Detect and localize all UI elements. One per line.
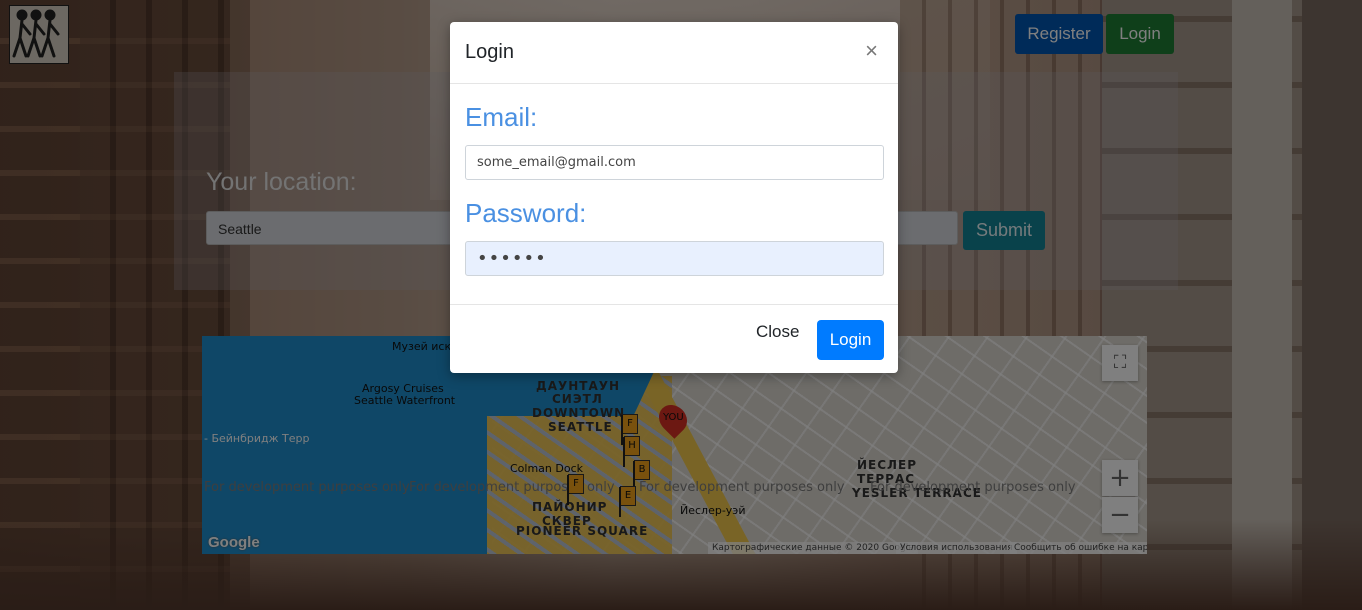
modal-footer: Close Login [450, 305, 898, 373]
modal-header: Login × [450, 22, 898, 84]
close-button[interactable]: Close [750, 321, 805, 343]
close-icon[interactable]: × [859, 37, 884, 65]
email-field[interactable]: some_email@gmail.com [465, 145, 884, 180]
modal-title: Login [465, 41, 514, 63]
login-modal: Login × Email: some_email@gmail.com Pass… [450, 22, 898, 373]
password-field[interactable]: •••••• [465, 241, 884, 276]
modal-login-button[interactable]: Login [817, 320, 884, 360]
password-label: Password: [465, 198, 587, 228]
modal-body: Email: some_email@gmail.com Password: ••… [450, 84, 898, 305]
email-label: Email: [465, 102, 538, 132]
